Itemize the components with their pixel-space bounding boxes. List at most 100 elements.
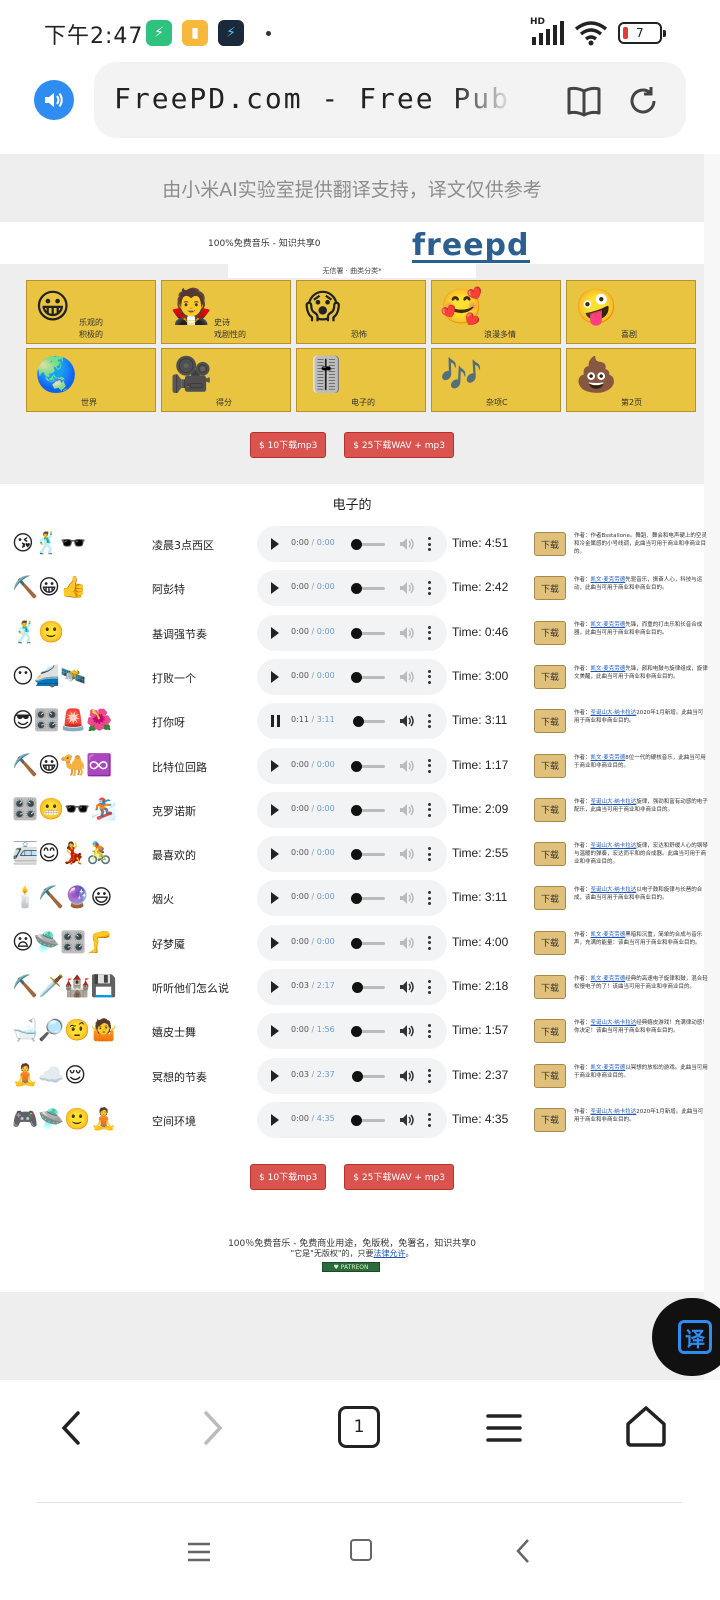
seek-bar[interactable] [352, 716, 385, 728]
download-button[interactable]: 下载 [534, 886, 566, 911]
genre-tile[interactable]: 🌏 世界 [26, 348, 156, 412]
play-icon[interactable] [271, 538, 279, 550]
download-mp3-button[interactable]: $ 10下载mp3 [250, 1164, 327, 1190]
audio-player[interactable]: 0:00 / 0:00 [257, 924, 447, 961]
download-wav-button[interactable]: $ 25下载WAV + mp3 [344, 432, 454, 458]
download-button[interactable]: 下载 [534, 532, 566, 556]
download-button[interactable]: 下载 [534, 576, 566, 601]
seek-thumb[interactable] [351, 849, 362, 861]
more-options-icon[interactable] [427, 625, 431, 640]
more-options-icon[interactable] [427, 714, 431, 729]
seek-thumb[interactable] [351, 982, 363, 993]
seek-bar[interactable] [351, 1026, 385, 1038]
download-button[interactable]: 下载 [534, 797, 566, 822]
seek-bar[interactable] [351, 539, 385, 550]
seek-bar[interactable] [351, 671, 385, 683]
patreon-button[interactable]: ♥ PATREON [322, 1262, 380, 1272]
read-aloud-button[interactable] [34, 80, 74, 120]
download-button[interactable]: 下载 [534, 709, 566, 734]
audio-player[interactable]: 0:00 / 0:00 [257, 658, 447, 695]
home-icon[interactable] [624, 1404, 668, 1448]
more-options-icon[interactable] [427, 1068, 431, 1083]
seek-bar[interactable] [351, 1114, 385, 1126]
reload-icon[interactable] [626, 84, 660, 118]
seek-thumb[interactable] [351, 539, 362, 550]
volume-icon[interactable] [399, 891, 415, 905]
more-options-icon[interactable] [427, 581, 431, 596]
genre-tile[interactable]: 🤪 喜剧 [566, 280, 696, 344]
seek-thumb[interactable] [351, 893, 362, 905]
download-button[interactable]: 下载 [534, 975, 566, 999]
freepd-logo[interactable]: freepd [412, 228, 530, 263]
author-link[interactable]: 凯文·麦克劳德 [591, 976, 626, 982]
author-link[interactable]: 圣诞山大·纳卡拉达 [591, 887, 637, 893]
genre-tile[interactable]: 🎥 得分 [161, 348, 291, 412]
audio-player[interactable]: 0:00 / 0:00 [257, 747, 447, 784]
more-options-icon[interactable] [427, 802, 431, 817]
download-button[interactable]: 下载 [534, 753, 566, 778]
audio-player[interactable]: 0:03 / 2:37 [257, 1057, 447, 1094]
audio-player[interactable]: 0:03 / 2:17 [257, 969, 447, 1005]
seek-bar[interactable] [351, 804, 385, 816]
genre-tile[interactable]: 😱 恐怖 [296, 280, 426, 344]
back-icon[interactable] [56, 1410, 86, 1446]
site-nav[interactable]: 无信署 · 曲类分类* [228, 264, 476, 278]
audio-player[interactable]: 0:00 / 1:56 [257, 1013, 447, 1050]
seek-bar[interactable] [351, 849, 385, 861]
author-link[interactable]: 凯文·麦克劳德 [591, 755, 626, 761]
menu-icon[interactable] [484, 1410, 524, 1446]
url-text[interactable]: FreePD.com - Free Public Domain Music [114, 82, 514, 115]
volume-icon[interactable] [399, 537, 415, 551]
seek-bar[interactable] [351, 893, 385, 905]
audio-player[interactable]: 0:00 / 0:00 [257, 526, 447, 562]
play-icon[interactable] [271, 1025, 279, 1038]
author-link[interactable]: 圣诞山大·纳卡拉达 [591, 1109, 637, 1115]
play-icon[interactable] [271, 1069, 279, 1082]
author-link[interactable]: 圣诞山大·纳卡拉达 [591, 799, 637, 805]
play-icon[interactable] [271, 848, 279, 861]
audio-player[interactable]: 0:00 / 0:00 [257, 836, 447, 873]
system-back-icon[interactable] [514, 1538, 532, 1564]
more-options-icon[interactable] [427, 758, 431, 773]
volume-icon[interactable] [399, 847, 415, 861]
volume-icon[interactable] [399, 626, 415, 640]
author-link[interactable]: 凯文·麦克劳德 [591, 622, 626, 628]
play-icon[interactable] [271, 892, 279, 905]
volume-icon[interactable] [399, 1069, 415, 1083]
volume-icon[interactable] [399, 581, 415, 595]
volume-icon[interactable] [399, 670, 415, 684]
law-link[interactable]: 法律允许 [374, 1249, 406, 1258]
system-home-icon[interactable] [350, 1539, 372, 1561]
download-mp3-button[interactable]: $ 10下载mp3 [250, 432, 327, 458]
more-options-icon[interactable] [427, 1024, 431, 1039]
more-options-icon[interactable] [427, 537, 431, 551]
seek-thumb[interactable] [351, 627, 362, 639]
volume-icon[interactable] [399, 1024, 415, 1038]
seek-thumb[interactable] [351, 583, 362, 595]
more-options-icon[interactable] [427, 1112, 431, 1127]
audio-player[interactable]: 0:11 / 3:11 [257, 703, 447, 740]
genre-tile[interactable]: 💩 第2页 [566, 348, 696, 412]
genre-tile[interactable]: 🎚️ 电子的 [296, 348, 426, 412]
download-button[interactable]: 下载 [534, 930, 566, 955]
address-bar[interactable]: FreePD.com - Free Public Domain Music [94, 62, 686, 138]
seek-thumb[interactable] [351, 1114, 362, 1126]
seek-thumb[interactable] [351, 671, 362, 683]
genre-tile[interactable]: 🥰 浪漫多情 [431, 280, 561, 344]
audio-player[interactable]: 0:00 / 0:00 [257, 791, 447, 828]
seek-thumb[interactable] [351, 1070, 363, 1082]
recents-icon[interactable] [186, 1541, 212, 1563]
more-options-icon[interactable] [427, 891, 431, 906]
download-button[interactable]: 下载 [534, 842, 566, 867]
play-icon[interactable] [271, 670, 279, 683]
seek-thumb[interactable] [351, 1026, 362, 1038]
more-options-icon[interactable] [427, 669, 431, 684]
play-icon[interactable] [271, 626, 279, 639]
download-button[interactable]: 下载 [534, 1107, 566, 1132]
reader-mode-icon[interactable] [566, 84, 602, 118]
play-icon[interactable] [271, 1113, 279, 1126]
seek-bar[interactable] [351, 627, 385, 639]
play-icon[interactable] [271, 936, 279, 949]
volume-icon[interactable] [399, 714, 415, 728]
translate-button[interactable]: 译 [652, 1298, 720, 1376]
